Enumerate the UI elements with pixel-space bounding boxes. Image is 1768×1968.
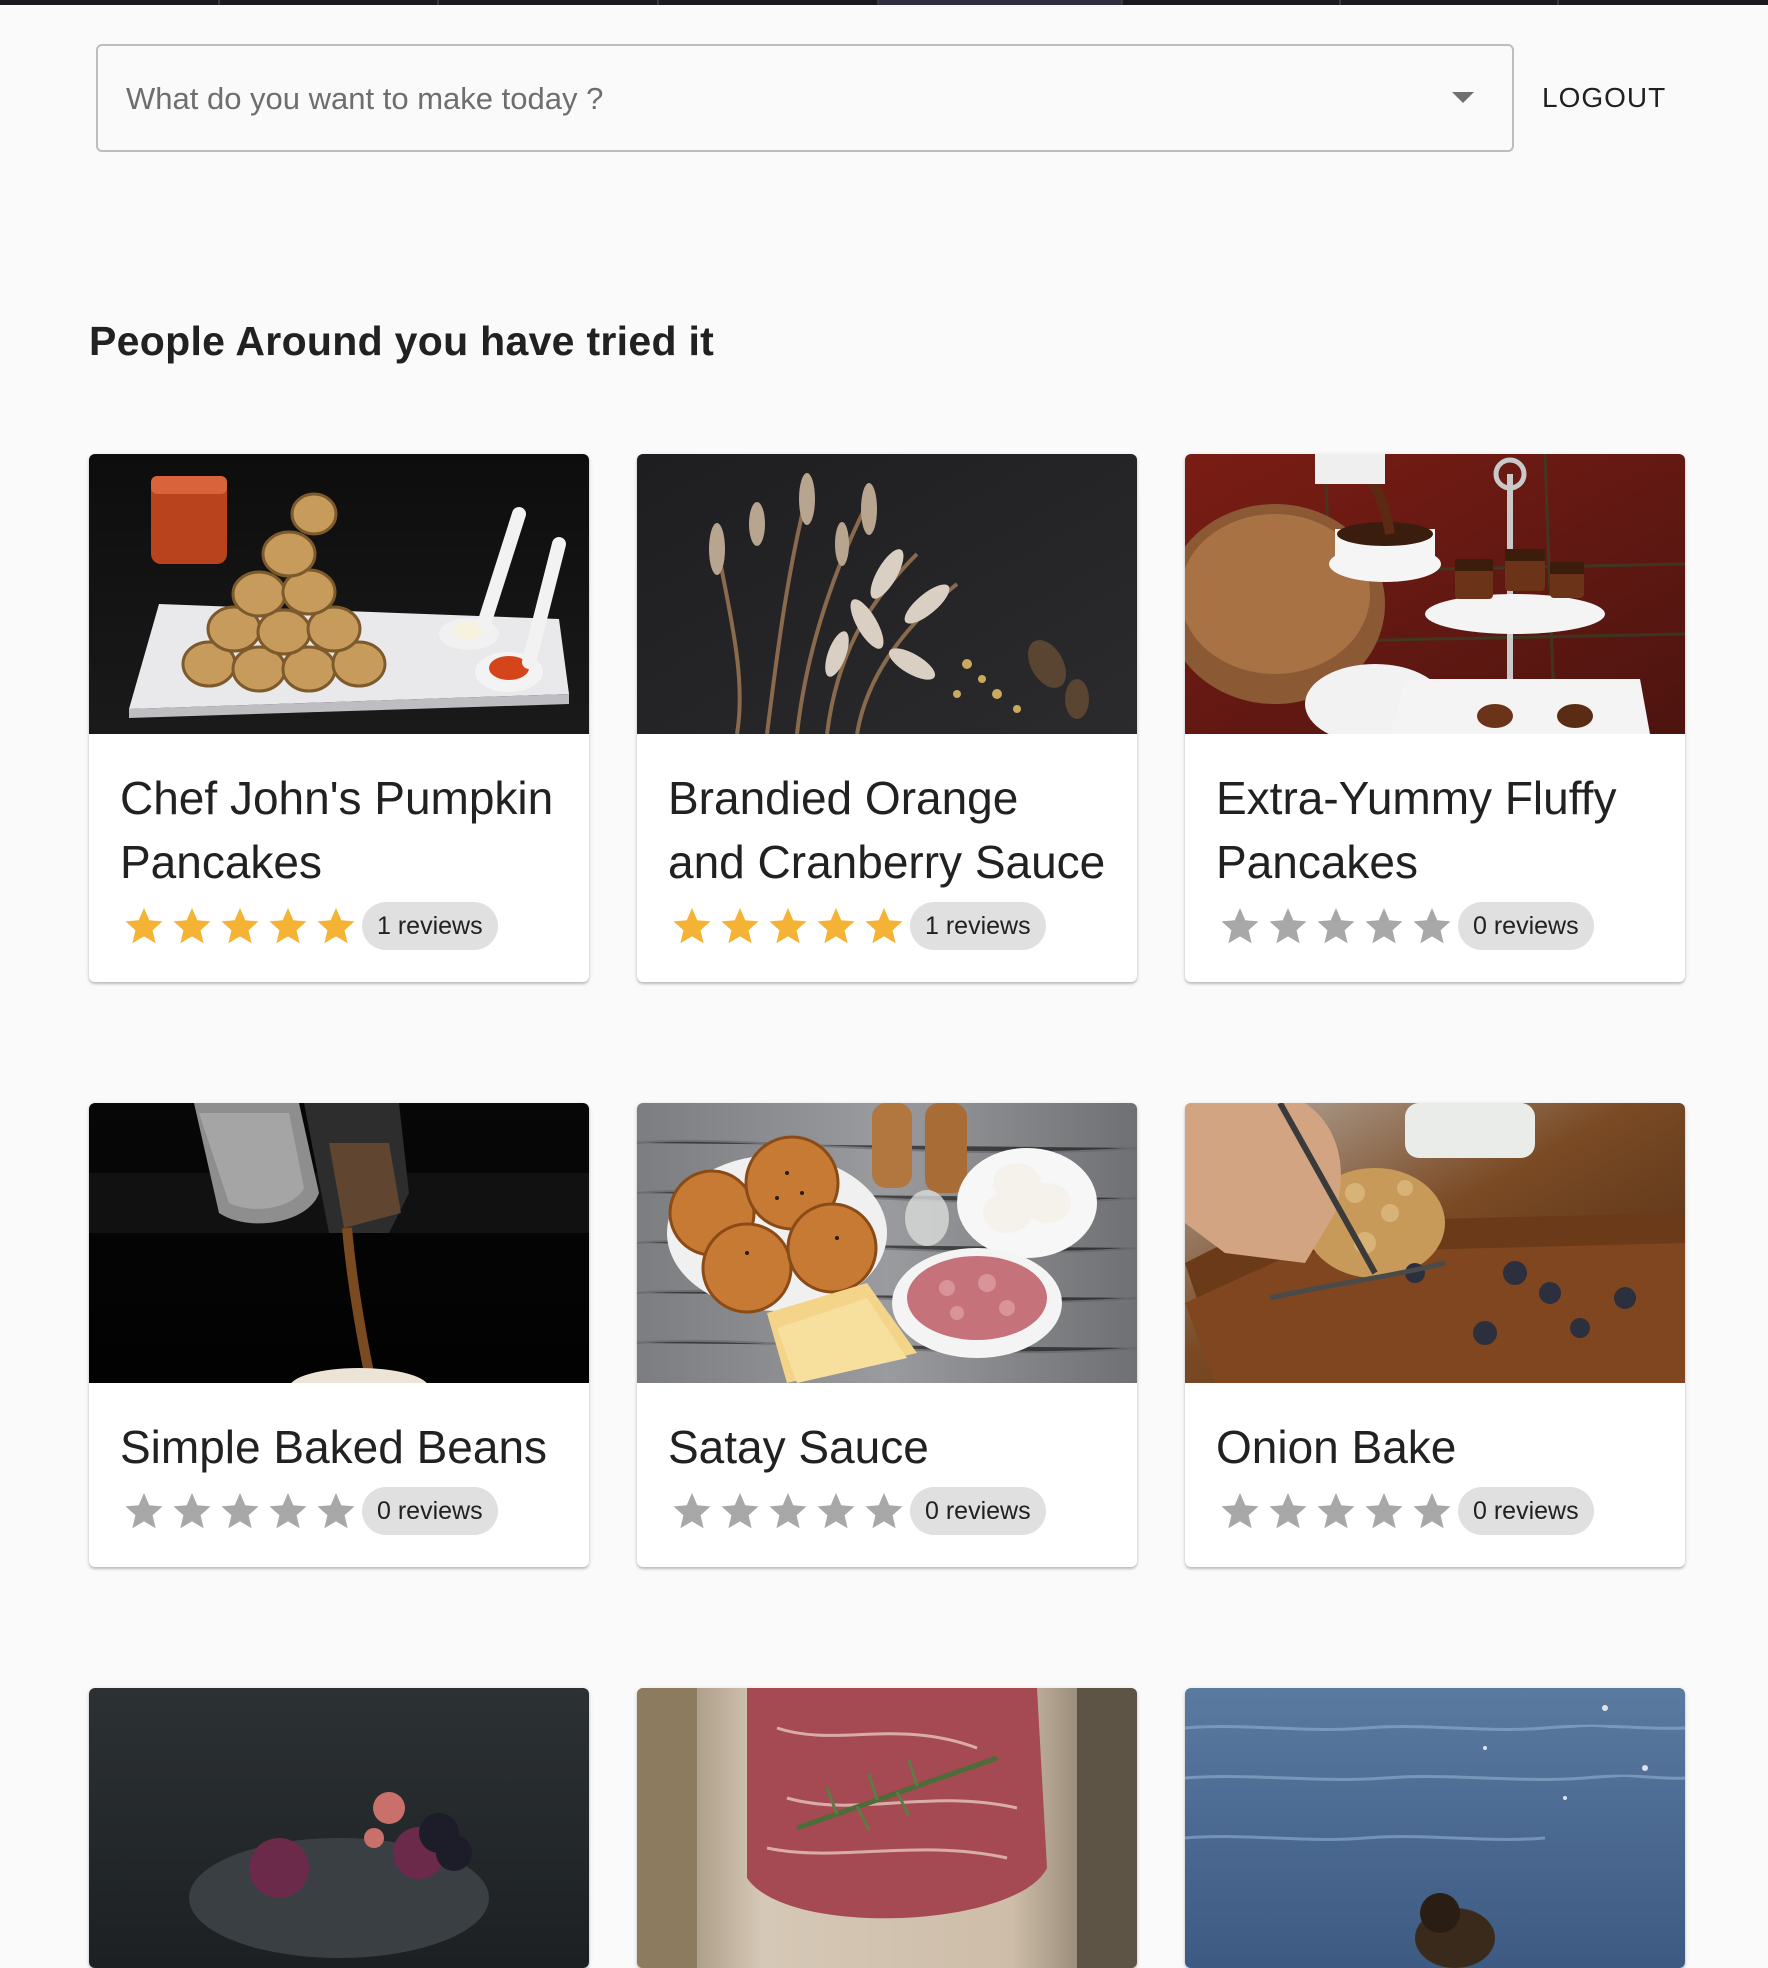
recipe-card-content: Simple Baked Beans 0 reviews xyxy=(89,1383,589,1567)
star-rating xyxy=(1216,1487,1456,1535)
star-icon xyxy=(817,1493,855,1529)
rating-row: 0 reviews xyxy=(668,1487,1107,1535)
recipe-card[interactable]: Extra-Yummy Fluffy Pancakes 0 reviews xyxy=(1185,454,1685,982)
tab-divider xyxy=(1339,0,1341,5)
recipe-card[interactable]: Satay Sauce 0 reviews xyxy=(637,1103,1137,1567)
desserts-tea-photo[interactable] xyxy=(1185,454,1685,734)
star-icon xyxy=(721,1493,759,1529)
review-count-chip: 0 reviews xyxy=(910,1487,1046,1535)
recipe-title[interactable]: Onion Bake xyxy=(1216,1415,1655,1479)
star-icon xyxy=(1365,1493,1403,1529)
buns-meat-cheese-photo[interactable] xyxy=(637,1103,1137,1383)
recipe-card-content: Brandied Orange and Cranberry Sauce 1 rev… xyxy=(637,734,1137,982)
star-icon xyxy=(673,1493,711,1529)
star-icon xyxy=(173,908,211,944)
star-icon xyxy=(1413,1493,1451,1529)
star-icon xyxy=(1269,1493,1307,1529)
recipe-title[interactable]: Satay Sauce xyxy=(668,1415,1107,1479)
star-icon xyxy=(721,908,759,944)
arrow-drop-down-icon[interactable] xyxy=(1452,92,1474,103)
recipe-card-content: Chef John's Pumpkin Pancakes 1 reviews xyxy=(89,734,589,982)
star-icon xyxy=(865,908,903,944)
recipe-card-content: Onion Bake 0 reviews xyxy=(1185,1383,1685,1567)
recipe-card[interactable] xyxy=(89,1688,589,1968)
star-icon xyxy=(1413,908,1451,944)
star-icon xyxy=(769,1493,807,1529)
star-icon xyxy=(1365,908,1403,944)
recipe-card[interactable]: Onion Bake 0 reviews xyxy=(1185,1103,1685,1567)
star-icon xyxy=(317,908,355,944)
rating-row: 0 reviews xyxy=(120,1487,559,1535)
recipe-title[interactable]: Brandied Orange and Cranberry Sauce xyxy=(668,766,1107,894)
star-icon xyxy=(1317,1493,1355,1529)
star-icon xyxy=(221,1493,259,1529)
dark-dessert-photo[interactable] xyxy=(89,1688,589,1968)
tab-divider xyxy=(437,0,439,5)
water-duck-photo[interactable] xyxy=(1185,1688,1685,1968)
tab-divider xyxy=(218,0,220,5)
star-icon xyxy=(269,908,307,944)
star-icon xyxy=(1317,908,1355,944)
rating-row: 1 reviews xyxy=(120,902,559,950)
recipe-card[interactable]: Chef John's Pumpkin Pancakes 1 reviews xyxy=(89,454,589,982)
star-icon xyxy=(125,908,163,944)
coffee-pour-photo[interactable] xyxy=(89,1103,589,1383)
recipe-card[interactable] xyxy=(1185,1688,1685,1968)
star-icon xyxy=(269,1493,307,1529)
star-icon xyxy=(673,908,711,944)
blueberry-cake-photo[interactable] xyxy=(1185,1103,1685,1383)
rating-row: 0 reviews xyxy=(1216,1487,1655,1535)
star-icon xyxy=(817,908,855,944)
star-icon xyxy=(865,1493,903,1529)
pancake-rolls-photo[interactable] xyxy=(89,454,589,734)
star-icon xyxy=(769,908,807,944)
tab-divider xyxy=(1557,0,1559,5)
search-bar: LOGOUT xyxy=(96,44,1676,156)
review-count-chip: 0 reviews xyxy=(362,1487,498,1535)
recipe-card[interactable]: Simple Baked Beans 0 reviews xyxy=(89,1103,589,1567)
recipe-card[interactable]: Brandied Orange and Cranberry Sauce 1 rev… xyxy=(637,454,1137,982)
recipe-title[interactable]: Simple Baked Beans xyxy=(120,1415,559,1479)
recipe-card[interactable] xyxy=(637,1688,1137,1968)
rating-row: 0 reviews xyxy=(1216,902,1655,950)
logout-button[interactable]: LOGOUT xyxy=(1528,68,1680,128)
dried-flowers-photo[interactable] xyxy=(637,454,1137,734)
star-icon xyxy=(1221,908,1259,944)
section-title: People Around you have tried it xyxy=(89,318,715,364)
star-icon xyxy=(1269,908,1307,944)
tab-divider xyxy=(1121,0,1123,5)
recipe-card-content: Satay Sauce 0 reviews xyxy=(637,1383,1137,1567)
recipe-title[interactable]: Extra-Yummy Fluffy Pancakes xyxy=(1216,766,1655,894)
star-icon xyxy=(317,1493,355,1529)
search-input[interactable] xyxy=(124,46,1428,152)
star-icon xyxy=(1221,1493,1259,1529)
recipe-title[interactable]: Chef John's Pumpkin Pancakes xyxy=(120,766,559,894)
top-app-bar xyxy=(0,0,1768,5)
star-rating xyxy=(1216,902,1456,950)
review-count-chip: 0 reviews xyxy=(1458,902,1594,950)
rating-row: 1 reviews xyxy=(668,902,1107,950)
raw-steak-photo[interactable] xyxy=(637,1688,1137,1968)
recipe-card-content: Extra-Yummy Fluffy Pancakes 0 reviews xyxy=(1185,734,1685,982)
star-icon xyxy=(221,908,259,944)
star-rating xyxy=(668,902,908,950)
tab-divider xyxy=(657,0,659,5)
star-rating xyxy=(668,1487,908,1535)
review-count-chip: 1 reviews xyxy=(362,902,498,950)
review-count-chip: 0 reviews xyxy=(1458,1487,1594,1535)
star-icon xyxy=(173,1493,211,1529)
review-count-chip: 1 reviews xyxy=(910,902,1046,950)
recipe-search-select[interactable] xyxy=(96,44,1514,152)
star-icon xyxy=(125,1493,163,1529)
active-tab-indicator xyxy=(879,0,1121,5)
star-rating xyxy=(120,902,360,950)
star-rating xyxy=(120,1487,360,1535)
